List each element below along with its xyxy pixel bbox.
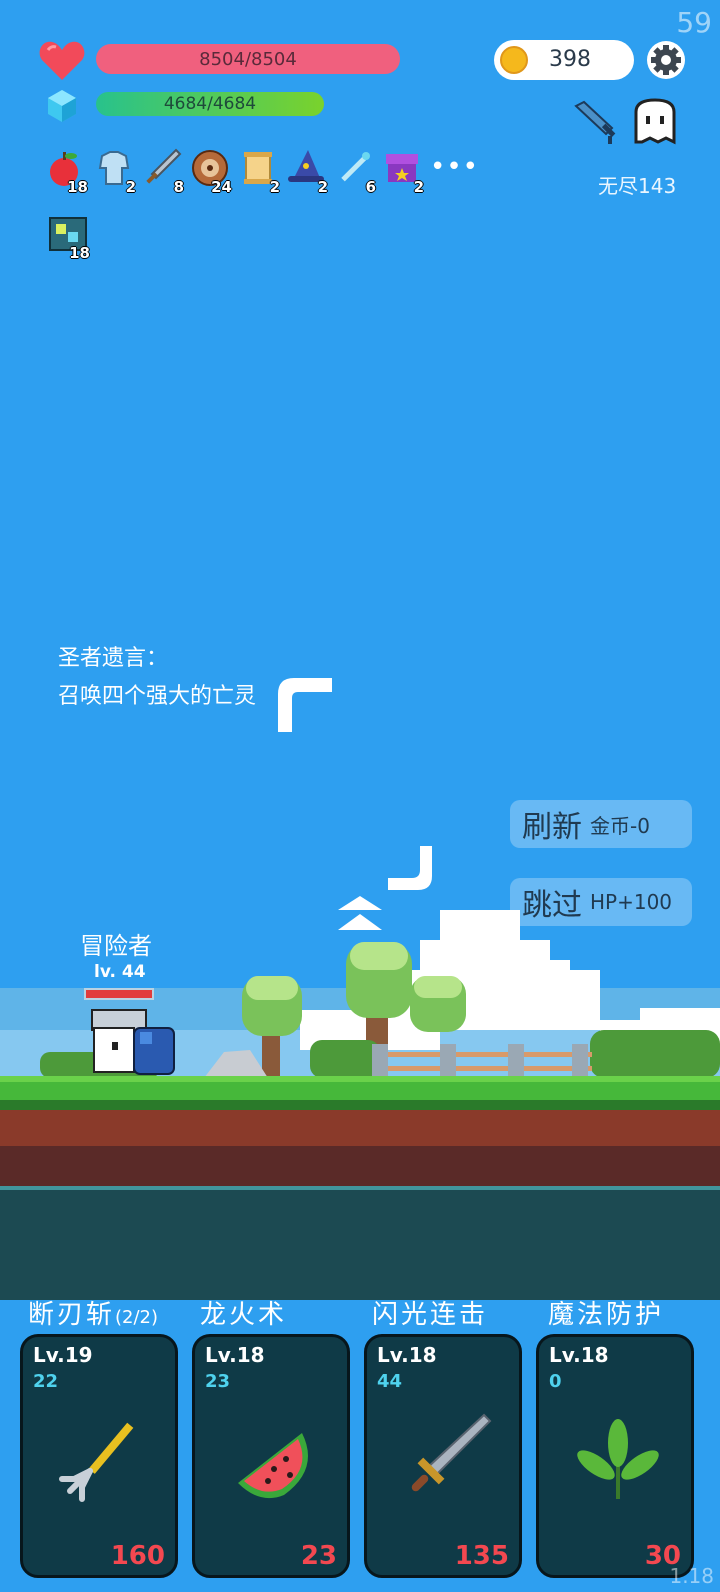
skill-level: Lv.18 xyxy=(549,1343,609,1367)
inventory-count: 2 xyxy=(413,178,424,196)
skill-value: 23 xyxy=(205,1371,231,1392)
event-message: 圣者遗言： 召唤四个强大的亡灵 xyxy=(58,640,256,716)
watermelon-icon xyxy=(238,1433,308,1499)
inventory-slot[interactable]: 2 xyxy=(282,146,330,196)
inventory-count: 18 xyxy=(67,178,88,196)
coin-counter: 398 xyxy=(494,40,634,80)
message-body: 召唤四个强大的亡灵 xyxy=(58,684,257,709)
skill-level: Lv.18 xyxy=(205,1343,265,1367)
endless-sword-icon[interactable] xyxy=(572,98,622,146)
skill-cost: 135 xyxy=(454,1541,509,1571)
inventory-slot[interactable]: 18 xyxy=(44,212,92,262)
inventory-count: 8 xyxy=(173,178,184,196)
inventory-count: 2 xyxy=(125,178,136,196)
hero-hp-bar xyxy=(84,988,154,1000)
refresh-cost: 金币-0 xyxy=(590,813,650,838)
coin-value: 398 xyxy=(549,47,591,72)
skill-value: 22 xyxy=(33,1371,59,1392)
more-items-button[interactable]: ••• xyxy=(430,152,479,182)
message-title: 圣者遗言： xyxy=(58,646,169,671)
trident-icon xyxy=(59,1422,134,1502)
refresh-button[interactable]: 刷新 金币-0 xyxy=(510,800,692,848)
inventory-slot[interactable]: 2 xyxy=(234,146,282,196)
skill-value: 44 xyxy=(377,1371,403,1392)
version-label: 1.18 xyxy=(669,1564,714,1588)
skill-cost: 23 xyxy=(300,1541,337,1571)
skill-title: 龙火术 xyxy=(200,1300,288,1330)
inventory-slot[interactable]: 18 xyxy=(42,146,90,196)
skill-title: 断刃斩(2/2) xyxy=(28,1300,159,1330)
gear-icon[interactable] xyxy=(646,40,686,80)
fps-counter: 59 xyxy=(676,6,712,39)
skill-card[interactable]: Lv.18 23 23 xyxy=(192,1334,350,1578)
inventory-slot[interactable]: 24 xyxy=(186,146,234,196)
inventory-count: 24 xyxy=(211,178,232,196)
frame-corner-icon xyxy=(278,678,332,732)
skill-title: 魔法防护 xyxy=(548,1300,665,1330)
inventory-slot[interactable]: 8 xyxy=(138,146,186,196)
inventory-bar: 18 2 8 24 2 2 6 2 xyxy=(42,146,426,196)
skill-card[interactable]: Lv.19 22 160 xyxy=(20,1334,178,1578)
endless-level: 无尽143 xyxy=(598,174,677,198)
skill-card[interactable]: Lv.18 44 135 xyxy=(364,1334,522,1578)
skill-value: 0 xyxy=(549,1371,562,1392)
mp-text: 4684/4684 xyxy=(163,94,257,114)
skill-cost: 160 xyxy=(110,1541,165,1571)
heart-icon xyxy=(39,41,85,80)
inventory-count: 2 xyxy=(317,178,328,196)
inventory-slot[interactable]: 2 xyxy=(90,146,138,196)
skill-level: Lv.19 xyxy=(33,1343,93,1367)
inventory-slot[interactable]: 6 xyxy=(330,146,378,196)
skill-level: Lv.18 xyxy=(377,1343,437,1367)
hp-text: 8504/8504 xyxy=(199,48,297,70)
skill-title: 闪光连击 xyxy=(372,1300,489,1330)
inventory-count: 18 xyxy=(69,244,90,262)
inventory-slot[interactable]: 2 xyxy=(378,146,426,196)
hp-bar: 8504/8504 xyxy=(96,44,400,74)
hero-level: lv. 44 xyxy=(94,962,146,982)
skill-card[interactable]: Lv.18 0 30 xyxy=(536,1334,694,1578)
hero-name: 冒险者 xyxy=(80,932,152,960)
inventory-count: 2 xyxy=(269,178,280,196)
mana-gem-icon xyxy=(48,90,76,122)
mp-bar: 4684/4684 xyxy=(96,92,324,116)
refresh-label: 刷新 xyxy=(522,810,582,845)
inventory-count: 6 xyxy=(365,178,376,196)
sword-icon xyxy=(411,1413,492,1492)
ghost-icon[interactable] xyxy=(632,98,678,146)
leaf-icon xyxy=(577,1419,659,1499)
